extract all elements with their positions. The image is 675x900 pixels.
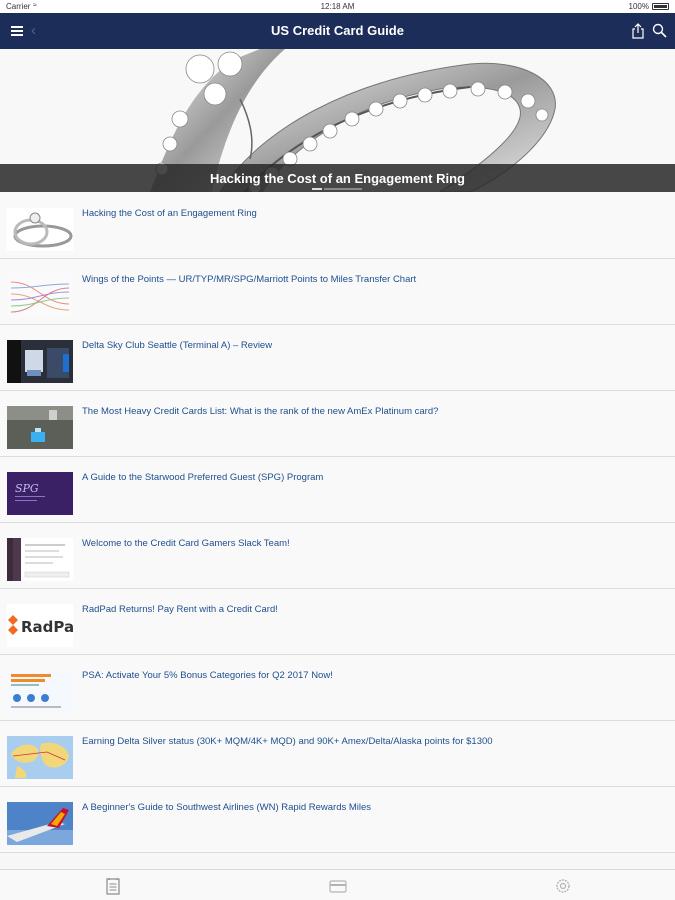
page-title: US Credit Card Guide [271, 23, 404, 38]
battery-percent: 100% [628, 2, 649, 11]
battery-icon [652, 3, 669, 10]
settings-icon[interactable] [555, 877, 571, 895]
map-thumbnail [7, 736, 73, 779]
lounge-thumbnail [7, 340, 73, 383]
radpad-logo-text: RadPad [21, 618, 73, 636]
radpad-thumbnail: RadPad [7, 604, 73, 647]
featured-article-banner[interactable]: Hacking the Cost of an Engagement Ring [0, 49, 675, 192]
list-item[interactable]: Hacking the Cost of an Engagement Ring [0, 193, 675, 259]
article-title[interactable]: Wings of the Points — UR/TYP/MR/SPG/Marr… [82, 274, 663, 286]
banner-caption-bar: Hacking the Cost of an Engagement Ring [0, 164, 675, 192]
spg-thumbnail: SPG [7, 472, 73, 515]
article-title[interactable]: The Most Heavy Credit Cards List: What i… [82, 406, 663, 418]
article-title[interactable]: PSA: Activate Your 5% Bonus Categories f… [82, 670, 663, 682]
clock: 12:18 AM [320, 2, 355, 11]
share-icon[interactable] [631, 23, 645, 39]
article-title[interactable]: Delta Sky Club Seattle (Terminal A) – Re… [82, 340, 663, 352]
list-item[interactable]: RadPad RadPad Returns! Pay Rent with a C… [0, 589, 675, 655]
articles-icon[interactable] [105, 877, 121, 895]
transfer-chart-thumbnail [7, 274, 73, 317]
svg-text:SPG: SPG [15, 482, 39, 495]
article-title[interactable]: Hacking the Cost of an Engagement Ring [82, 208, 663, 220]
list-item[interactable]: PSA: Activate Your 5% Bonus Categories f… [0, 655, 675, 721]
list-item[interactable]: Welcome to the Credit Card Gamers Slack … [0, 523, 675, 589]
banner-caption: Hacking the Cost of an Engagement Ring [210, 171, 465, 186]
article-title[interactable]: Welcome to the Credit Card Gamers Slack … [82, 538, 663, 550]
nav-bar: ‹ US Credit Card Guide [0, 13, 675, 49]
southwest-thumbnail [7, 802, 73, 845]
article-title[interactable]: A Beginner's Guide to Southwest Airlines… [82, 802, 663, 814]
scale-thumbnail [7, 406, 73, 449]
search-icon[interactable] [652, 23, 667, 38]
article-title[interactable]: RadPad Returns! Pay Rent with a Credit C… [82, 604, 663, 616]
list-item[interactable]: Earning Delta Silver status (30K+ MQM/4K… [0, 721, 675, 787]
article-list: Hacking the Cost of an Engagement Ring W… [0, 193, 675, 853]
bonus-thumbnail [7, 670, 73, 713]
list-item[interactable]: A Beginner's Guide to Southwest Airlines… [0, 787, 675, 853]
article-title[interactable]: Earning Delta Silver status (30K+ MQM/4K… [82, 736, 663, 748]
list-item[interactable]: The Most Heavy Credit Cards List: What i… [0, 391, 675, 457]
list-item[interactable]: SPG A Guide to the Starwood Preferred Gu… [0, 457, 675, 523]
slack-thumbnail [7, 538, 73, 581]
ring-thumbnail [7, 208, 73, 251]
credit-card-icon[interactable] [329, 877, 347, 895]
tab-bar [0, 869, 675, 900]
page-indicator [312, 188, 362, 190]
list-item[interactable]: Wings of the Points — UR/TYP/MR/SPG/Marr… [0, 259, 675, 325]
status-bar: Carrier ≈ 12:18 AM 100% [0, 0, 675, 13]
list-item[interactable]: Delta Sky Club Seattle (Terminal A) – Re… [0, 325, 675, 391]
article-title[interactable]: A Guide to the Starwood Preferred Guest … [82, 472, 663, 484]
